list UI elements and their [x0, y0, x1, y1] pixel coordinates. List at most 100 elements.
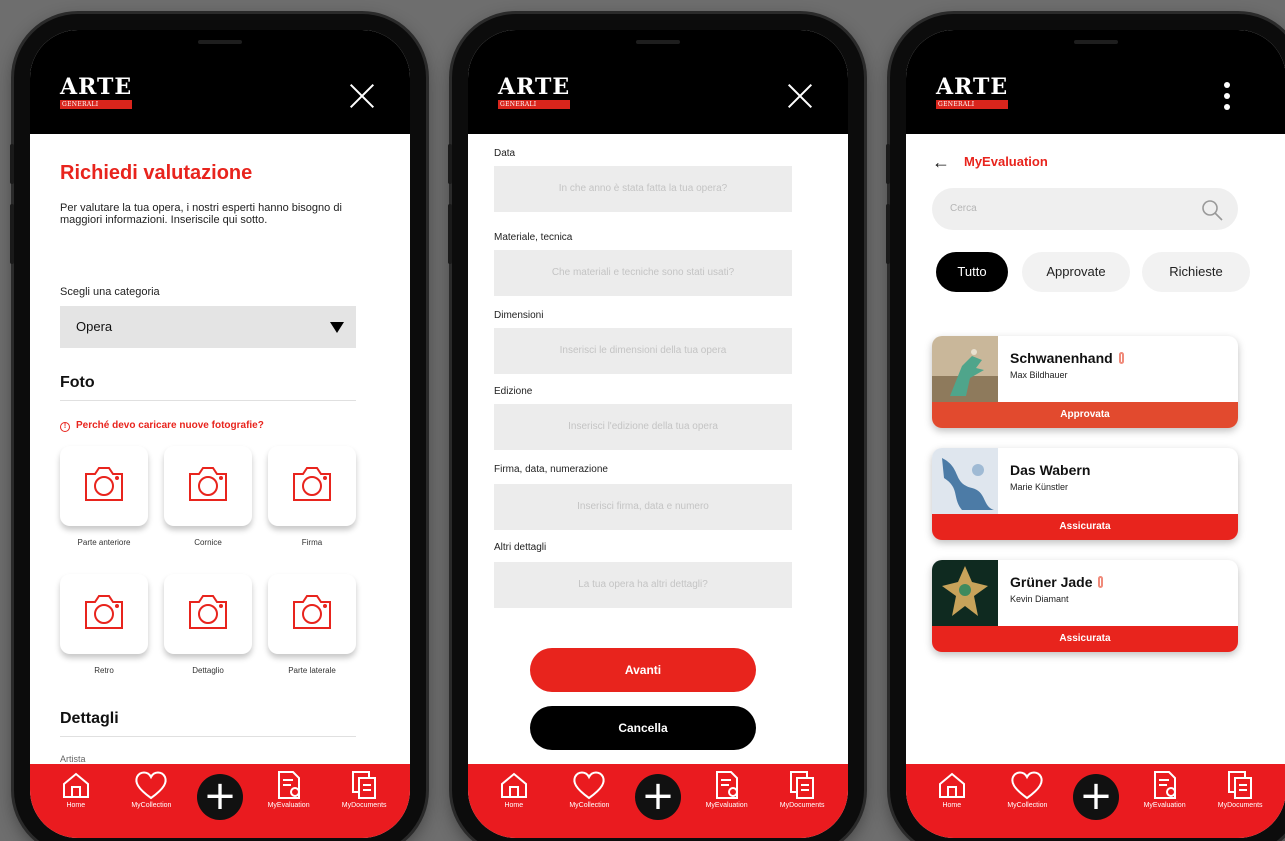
- field-input-materiale[interactable]: Che materiali e tecniche sono stati usat…: [494, 250, 792, 296]
- caret-down-icon: [330, 322, 344, 333]
- close-icon[interactable]: [786, 82, 814, 110]
- photo-slot[interactable]: [268, 574, 356, 654]
- nav-collection[interactable]: MyCollection: [997, 770, 1057, 809]
- field-input-edizione[interactable]: Inserisci l'edizione della tua opera: [494, 404, 792, 450]
- field-input-data[interactable]: In che anno è stata fatta la tua opera?: [494, 166, 792, 212]
- plus-icon[interactable]: +: [1072, 774, 1119, 820]
- nav-evaluation-label: MyEvaluation: [1143, 802, 1186, 809]
- category-value: Opera: [76, 319, 113, 334]
- screen-request-evaluation: ARTE GENERALI Richiedi valutazione Per v…: [30, 30, 410, 838]
- logo-sub: GENERALI: [936, 100, 1009, 109]
- logo-sub: GENERALI: [60, 100, 133, 109]
- why-photos-text: Perché devo caricare nuove fotografie?: [76, 420, 264, 431]
- filter-approvate[interactable]: Approvate: [1022, 252, 1130, 292]
- nav-documents[interactable]: MyDocuments: [334, 770, 394, 809]
- status-badge: Assicurata: [932, 626, 1238, 652]
- info-icon: !: [60, 422, 70, 432]
- field-input-firma[interactable]: Inserisci firma, data e numero: [494, 484, 792, 530]
- phone-frame-details: ARTE GENERALI Data In che anno è stata f…: [448, 14, 864, 841]
- evaluation-card[interactable]: Das Wabern Marie Künstler Assicurata: [932, 448, 1238, 540]
- plus-icon[interactable]: +: [634, 774, 681, 820]
- next-button[interactable]: Avanti: [530, 648, 756, 692]
- kebab-menu-icon[interactable]: [1224, 82, 1230, 110]
- nav-documents[interactable]: MyDocuments: [1210, 770, 1270, 809]
- field-input-altri[interactable]: La tua opera ha altri dettagli?: [494, 562, 792, 608]
- photo-slot-label: Retro: [94, 666, 114, 675]
- photo-slot-label: Firma: [301, 538, 323, 547]
- bottom-nav: Home MyCollection + MyEvaluation MyDocum…: [468, 764, 848, 838]
- close-icon[interactable]: [348, 82, 376, 110]
- why-photos-link[interactable]: ! Perché devo caricare nuove fotografie?: [60, 420, 264, 432]
- nav-home-label: Home: [942, 802, 962, 809]
- search-placeholder: Cerca: [950, 203, 977, 214]
- artist-name: Max Bildhauer: [1010, 370, 1068, 380]
- cancel-button[interactable]: Cancella: [530, 706, 756, 750]
- status-badge: Assicurata: [932, 514, 1238, 540]
- nav-home-label: Home: [66, 802, 86, 809]
- camera-icon: [189, 595, 227, 629]
- nav-documents-label: MyDocuments: [341, 802, 387, 809]
- phone-frame-myevaluation: ARTE GENERALI ← MyEvaluation Cerca Tutto…: [886, 14, 1285, 841]
- category-select[interactable]: Opera: [60, 306, 356, 348]
- nav-collection[interactable]: MyCollection: [559, 770, 619, 809]
- photo-slot[interactable]: [268, 446, 356, 526]
- nav-home[interactable]: Home: [484, 770, 544, 809]
- heart-icon: [573, 771, 606, 800]
- search-icon[interactable]: [1200, 198, 1224, 222]
- photo-slot-label: Dettaglio: [192, 666, 224, 675]
- artwork-title: Das Wabern: [1010, 462, 1091, 478]
- intro-text: Per valutare la tua opera, i nostri espe…: [60, 202, 342, 226]
- plus-icon[interactable]: +: [196, 774, 243, 820]
- photo-slot[interactable]: [60, 446, 148, 526]
- artista-label: Artista: [60, 754, 86, 764]
- field-input-dimensioni[interactable]: Inserisci le dimensioni della tua opera: [494, 328, 792, 374]
- arte-logo[interactable]: ARTE GENERALI: [936, 74, 1009, 109]
- artwork-title: Schwanenhand: [1010, 350, 1124, 366]
- back-arrow-icon[interactable]: ←: [932, 152, 950, 173]
- filter-tutto[interactable]: Tutto: [936, 252, 1008, 292]
- documents-icon: [1228, 771, 1253, 799]
- nav-collection[interactable]: MyCollection: [121, 770, 181, 809]
- notch: [120, 30, 320, 60]
- evaluation-card[interactable]: Grüner Jade Kevin Diamant Assicurata: [932, 560, 1238, 652]
- arte-logo[interactable]: ARTE GENERALI: [60, 76, 133, 109]
- field-label-data: Data: [494, 148, 516, 159]
- dettagli-header: Dettagli: [60, 710, 356, 737]
- evaluation-icon: [277, 771, 300, 799]
- artwork-thumbnail: [932, 448, 998, 514]
- artist-name: Kevin Diamant: [1010, 594, 1069, 604]
- field-label-firma: Firma, data, numerazione: [494, 464, 608, 475]
- evaluation-card[interactable]: Schwanenhand Max Bildhauer Approvata: [932, 336, 1238, 428]
- heart-icon: [135, 771, 168, 800]
- screen-myevaluation: ARTE GENERALI ← MyEvaluation Cerca Tutto…: [906, 30, 1285, 838]
- nav-collection-label: MyCollection: [131, 802, 172, 809]
- nav-documents-label: MyDocuments: [779, 802, 825, 809]
- phone-frame-request: ARTE GENERALI Richiedi valutazione Per v…: [10, 14, 426, 841]
- myevaluation-list: ← MyEvaluation Cerca Tutto Approvate Ric…: [906, 134, 1285, 764]
- nav-evaluation[interactable]: MyEvaluation: [259, 770, 319, 809]
- home-icon: [62, 772, 89, 798]
- filter-richieste[interactable]: Richieste: [1142, 252, 1250, 292]
- page-title: MyEvaluation: [964, 154, 1048, 169]
- camera-icon: [293, 467, 331, 501]
- search-input[interactable]: Cerca: [932, 188, 1238, 230]
- nav-documents[interactable]: MyDocuments: [772, 770, 832, 809]
- nav-home[interactable]: Home: [46, 770, 106, 809]
- notch: [558, 30, 758, 60]
- bottom-nav: Home MyCollection + MyEvaluation MyDocum…: [30, 764, 410, 838]
- heart-icon: [1011, 771, 1044, 800]
- photo-slot-label: Cornice: [194, 538, 222, 547]
- home-icon: [500, 772, 527, 798]
- documents-icon: [352, 771, 377, 799]
- nav-evaluation[interactable]: MyEvaluation: [1135, 770, 1195, 809]
- photo-slot[interactable]: [60, 574, 148, 654]
- logo-sub: GENERALI: [498, 100, 571, 109]
- arte-logo[interactable]: ARTE GENERALI: [498, 76, 571, 109]
- nav-home[interactable]: Home: [922, 770, 982, 809]
- page-title: Richiedi valutazione: [60, 162, 253, 184]
- photo-slot[interactable]: [164, 446, 252, 526]
- tag-icon: [1098, 576, 1104, 588]
- logo-word: ARTE: [936, 74, 1009, 100]
- nav-evaluation[interactable]: MyEvaluation: [697, 770, 757, 809]
- photo-slot[interactable]: [164, 574, 252, 654]
